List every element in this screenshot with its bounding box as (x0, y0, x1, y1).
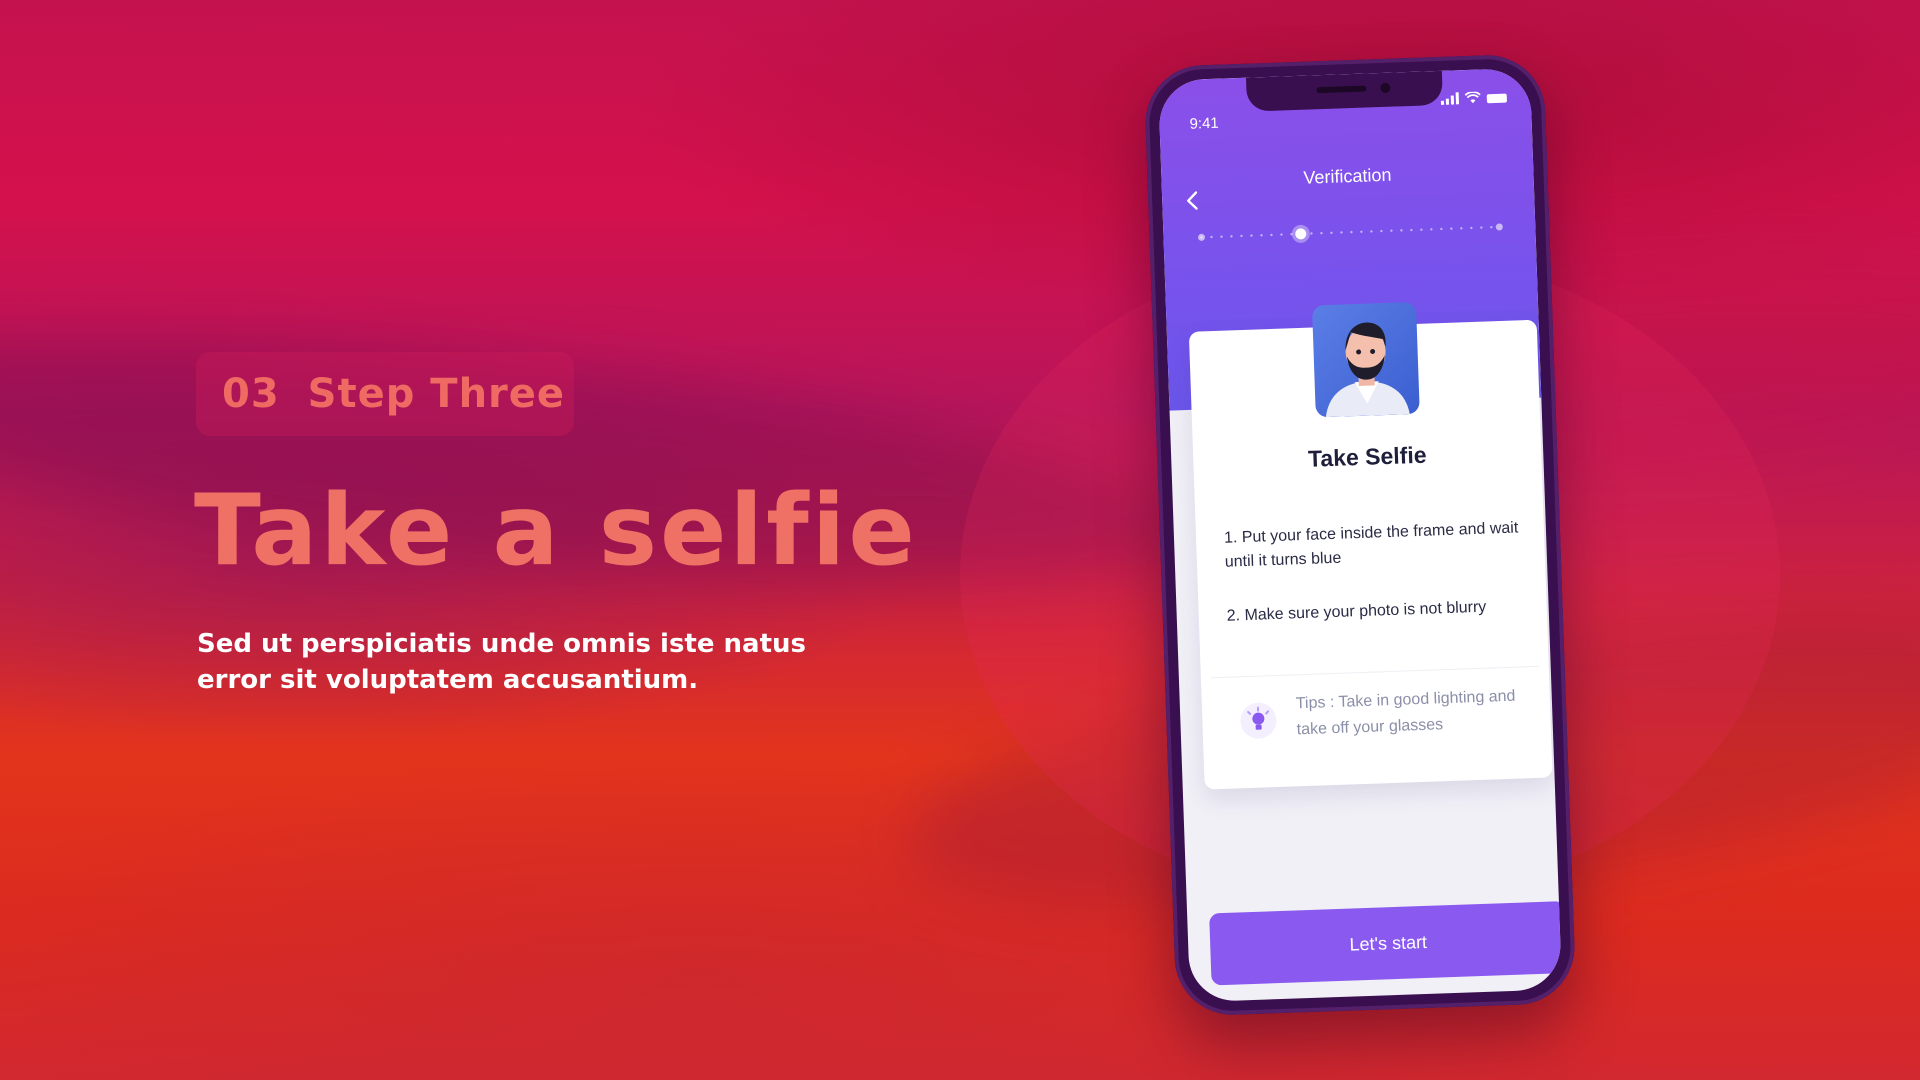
card-title: Take Selfie (1307, 441, 1427, 472)
progress-track-dot (1480, 226, 1483, 229)
speaker-grille (1316, 85, 1367, 94)
status-time: 9:41 (1189, 114, 1220, 133)
signal-icon (1440, 92, 1460, 105)
progress-track-dot (1320, 231, 1323, 235)
status-icons (1440, 91, 1507, 105)
progress-track-dot (1490, 226, 1493, 229)
lightbulb-icon (1239, 702, 1278, 740)
progress-track-dot (1360, 230, 1363, 233)
progress-track-dot (1340, 231, 1343, 234)
progress-track-dot (1440, 227, 1443, 231)
phone-notch (1245, 70, 1444, 112)
wifi-icon (1464, 91, 1481, 104)
progress-track-dot (1230, 235, 1233, 238)
progress-track-dot (1370, 230, 1373, 233)
progress-track-dot (1420, 228, 1423, 231)
lets-start-button[interactable]: Let's start (1209, 901, 1562, 986)
selfie-avatar-illustration (1311, 301, 1420, 418)
progress-track-dot (1410, 228, 1413, 232)
progress-track-dot (1330, 231, 1333, 235)
slide-background: 03 Step Three Take a selfie Sed ut persp… (0, 0, 1920, 1080)
progress-track-dot (1210, 235, 1213, 239)
step-badge: 03 Step Three (196, 352, 574, 436)
progress-track-dot (1390, 229, 1393, 232)
progress-track-dot (1270, 233, 1273, 237)
phone-screen: 9:41 Verification Take Selfie 1. Put you… (1158, 67, 1562, 1003)
progress-track-dot (1260, 234, 1263, 237)
progress-track-dot (1450, 227, 1453, 230)
progress-endpoint (1495, 223, 1503, 231)
progress-track-dot (1470, 226, 1473, 230)
instruction-item: 2. Make sure your photo is not blurry (1226, 598, 1487, 625)
progress-track-dot (1240, 234, 1243, 238)
progress-track-dot (1460, 227, 1463, 230)
progress-endpoint (1198, 233, 1206, 241)
selfie-instructions-card: Take Selfie 1. Put your face inside the … (1188, 301, 1553, 790)
step-number: 03 (222, 371, 280, 417)
phone-mockup: 9:41 Verification Take Selfie 1. Put you… (1143, 53, 1577, 1017)
progress-track-dot (1280, 233, 1283, 236)
instruction-item: 1. Put your face inside the frame and wa… (1223, 519, 1519, 571)
progress-track-dot (1400, 229, 1403, 232)
progress-track-dot (1250, 234, 1253, 237)
slide-description: Sed ut perspiciatis unde omnis iste natu… (197, 629, 807, 695)
front-camera (1380, 82, 1391, 94)
tip-box: Tips : Take in good lighting and take of… (1210, 665, 1543, 775)
battery-icon (1486, 93, 1507, 104)
tip-text: Tips : Take in good lighting and take of… (1295, 687, 1516, 739)
progress-track-dot (1430, 228, 1433, 231)
slide-headline: Take a selfie (194, 474, 918, 588)
progress-track-dot (1310, 232, 1313, 235)
progress-track-dot (1220, 235, 1223, 238)
progress-track-dot (1350, 230, 1353, 234)
progress-track-dot (1380, 229, 1383, 233)
step-label: Step Three (307, 371, 566, 417)
